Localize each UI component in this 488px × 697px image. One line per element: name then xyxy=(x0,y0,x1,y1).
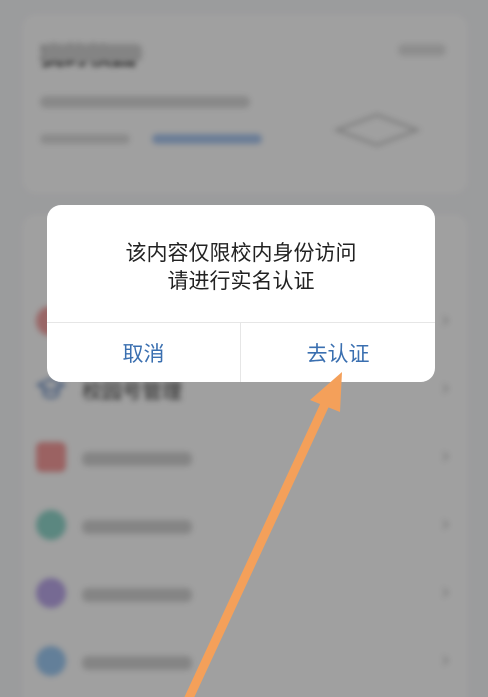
dialog-message-line2: 请进行实名认证 xyxy=(167,269,315,293)
cancel-button[interactable]: 取消 xyxy=(47,323,240,382)
dialog-message: 该内容仅限校内身份访问 请进行实名认证 xyxy=(47,239,435,295)
dialog-message-line1: 该内容仅限校内身份访问 xyxy=(125,241,357,265)
verify-button[interactable]: 去认证 xyxy=(241,323,435,382)
verification-dialog: 该内容仅限校内身份访问 请进行实名认证 取消 去认证 xyxy=(47,205,435,382)
